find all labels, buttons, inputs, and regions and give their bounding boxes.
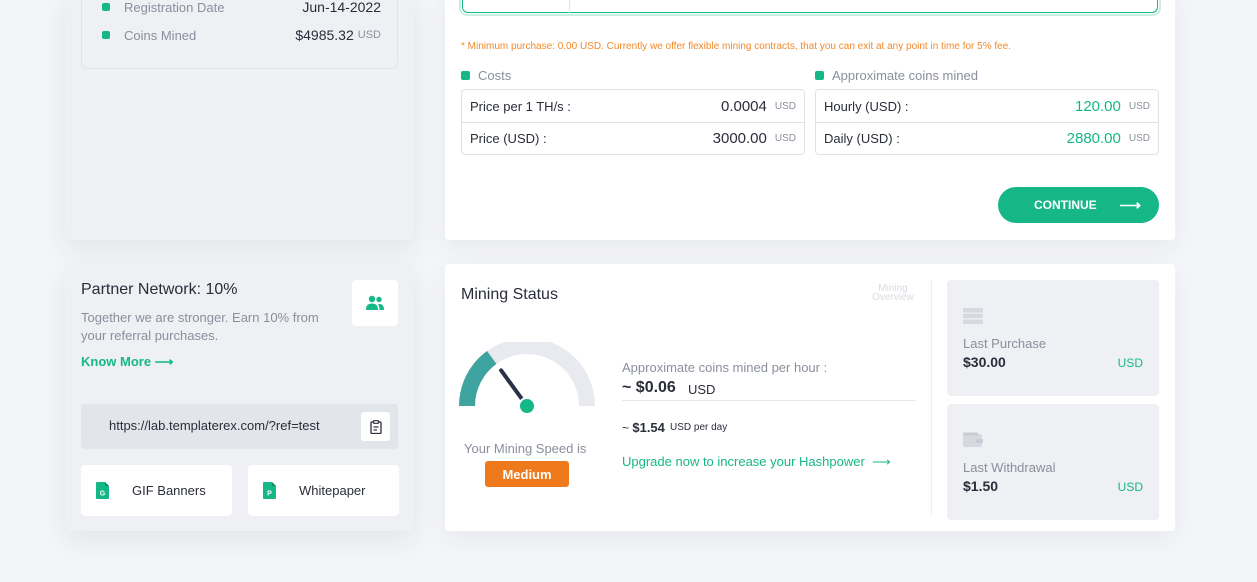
- wallet-icon: [963, 432, 983, 447]
- coins-mined-unit: USD: [357, 29, 381, 41]
- minimum-purchase-note: * Minimum purchase: 0.00 USD. Currently …: [461, 41, 1012, 52]
- cost-label: Price (USD) :: [470, 131, 547, 146]
- referral-link-box: https://lab.templaterex.com/?ref=test: [81, 404, 398, 449]
- approx-hourly-label: Approximate coins mined per hour :: [622, 360, 828, 375]
- upgrade-label: Upgrade now to increase your Hashpower: [622, 454, 865, 469]
- coins-label: Daily (USD) :: [824, 131, 900, 146]
- gauge-hub-dot: [520, 399, 534, 413]
- cost-value: 0.0004: [720, 97, 767, 115]
- cost-unit: USD: [774, 133, 796, 144]
- pdf-file-icon: P: [263, 482, 276, 499]
- calendar-icon: [102, 3, 110, 11]
- coins-value: 120.00: [1074, 97, 1121, 115]
- table-row: Daily (USD) : 2880.00 USD: [816, 122, 1158, 154]
- whitepaper-label: Whitepaper: [299, 483, 366, 498]
- costs-icon: [461, 71, 470, 80]
- input-focus-ring: [462, 0, 1158, 13]
- svg-text:P: P: [267, 491, 272, 498]
- last-withdrawal-label: Last Withdrawal: [963, 460, 1056, 475]
- mining-status-card: Mining Status Mining Overview Your Minin…: [445, 264, 1175, 531]
- gif-banners-label: GIF Banners: [132, 483, 206, 498]
- gif-file-icon: G: [96, 482, 109, 499]
- daily-prefix: ~: [622, 421, 630, 435]
- coins-mined-value: $4985.32: [295, 27, 354, 43]
- clipboard-icon: [369, 419, 382, 434]
- copy-button[interactable]: [361, 412, 390, 441]
- coins-value: 2880.00: [1066, 130, 1121, 147]
- coins-heading-icon: [815, 71, 824, 80]
- coins-unit: USD: [1128, 100, 1150, 112]
- daily-unit: USD per day: [670, 422, 728, 433]
- costs-title: Costs: [478, 68, 512, 83]
- table-row: Price per 1 TH/s : 0.0004 USD: [462, 90, 804, 122]
- last-withdrawal-box: Last Withdrawal $1.50 USD: [947, 404, 1159, 520]
- input-divider: [569, 0, 570, 14]
- last-purchase-currency: USD: [1117, 356, 1143, 370]
- users-icon: [366, 295, 384, 310]
- mining-status-title: Mining Status: [461, 286, 558, 303]
- gif-banners-button[interactable]: G GIF Banners: [81, 465, 232, 516]
- referral-link-text[interactable]: https://lab.templaterex.com/?ref=test: [109, 418, 320, 433]
- speed-label: Your Mining Speed is: [464, 441, 587, 456]
- know-more-label: Know More: [81, 354, 152, 369]
- purchase-card: * Minimum purchase: 0.00 USD. Currently …: [445, 0, 1175, 240]
- cost-label: Price per 1 TH/s :: [470, 98, 571, 114]
- arrow-right-icon: ⟶: [1119, 197, 1141, 214]
- cost-value: 3000.00: [712, 130, 767, 147]
- coins-mined-heading: Approximate coins mined: [815, 68, 978, 83]
- partner-network-card: Partner Network: 10% Together we are str…: [65, 264, 414, 531]
- last-purchase-value: $30.00: [963, 354, 1006, 370]
- coins-mined-title: Approximate coins mined: [832, 68, 978, 83]
- last-purchase-box: Last Purchase $30.00 USD: [947, 280, 1159, 396]
- coins-icon: [102, 31, 110, 39]
- daily-value: ~ $1.54: [622, 420, 665, 435]
- partner-description: Together we are stronger. Earn 10% from …: [81, 310, 319, 343]
- account-info-box: Registration Date Jun-14-2022 Coins Mine…: [81, 0, 398, 69]
- last-purchase-label: Last Purchase: [963, 336, 1047, 351]
- table-row: Hourly (USD) : 120.00 USD: [816, 90, 1158, 122]
- coins-mined-label: Coins Mined: [124, 27, 197, 43]
- costs-table: Price per 1 TH/s : 0.0004 USD Price (USD…: [461, 89, 805, 155]
- account-summary-card: Registration Date Jun-14-2022 Coins Mine…: [65, 0, 414, 240]
- continue-button[interactable]: CONTINUE ⟶: [998, 187, 1159, 223]
- costs-heading: Costs: [461, 68, 511, 83]
- registration-date-label: Registration Date: [124, 0, 225, 15]
- gauge-fill: [459, 350, 497, 407]
- last-withdrawal-value: $1.50: [963, 478, 999, 494]
- daily-amount: $1.54: [632, 420, 665, 435]
- coins-label: Hourly (USD) :: [824, 98, 909, 114]
- registration-date-value: Jun-14-2022: [302, 0, 381, 15]
- continue-label: CONTINUE: [1034, 198, 1097, 212]
- upgrade-link[interactable]: Upgrade now to increase your Hashpower ⟶: [622, 454, 891, 470]
- whitepaper-button[interactable]: P Whitepaper: [248, 465, 399, 516]
- table-row: Price (USD) : 3000.00 USD: [462, 122, 804, 154]
- last-withdrawal-currency: USD: [1117, 480, 1143, 494]
- speed-badge: Medium: [485, 461, 569, 487]
- mining-overview-label: Mining Overview: [872, 283, 914, 303]
- registration-date-row: Registration Date Jun-14-2022: [102, 0, 381, 17]
- cost-unit: USD: [774, 100, 796, 112]
- coins-mined-table: Hourly (USD) : 120.00 USD Daily (USD) : …: [815, 89, 1159, 155]
- server-icon: [963, 308, 983, 324]
- hourly-unit: USD: [688, 382, 716, 397]
- know-more-link[interactable]: Know More ⟶: [81, 354, 173, 370]
- vertical-divider: [931, 280, 932, 516]
- hourly-value: ~ $0.06: [622, 379, 676, 396]
- coins-unit: USD: [1128, 133, 1150, 144]
- partner-title: Partner Network: 10%: [81, 281, 238, 298]
- divider: [622, 400, 916, 401]
- arrow-right-icon: ⟶: [868, 454, 891, 469]
- svg-text:G: G: [100, 491, 106, 498]
- mining-speed-gauge: [459, 342, 595, 414]
- hashpower-input[interactable]: [459, 0, 1161, 16]
- coins-mined-row: Coins Mined $4985.32 USD: [102, 25, 381, 45]
- users-icon-box: [352, 280, 398, 326]
- arrow-right-icon: ⟶: [154, 354, 174, 369]
